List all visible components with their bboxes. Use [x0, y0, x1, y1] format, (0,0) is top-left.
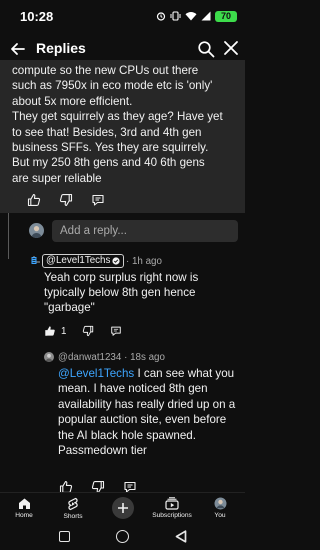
- user-avatar-icon: [45, 353, 53, 362]
- user-avatar-icon: [31, 226, 42, 238]
- reply-time: 18s ago: [130, 352, 165, 363]
- comment-line: compute so the new CPUs out there: [12, 64, 199, 77]
- comment-line: are super reliable: [12, 171, 102, 185]
- nav-create[interactable]: [112, 497, 134, 519]
- alarm-icon: [156, 12, 166, 21]
- signal-icon: [201, 11, 211, 21]
- shorts-icon: [68, 497, 78, 511]
- comment-line: But my 250 8th gens and 40 6th gens: [12, 156, 205, 170]
- vibrate-icon: [170, 11, 181, 21]
- nav-home[interactable]: Home: [4, 497, 44, 519]
- comment-line: business SFFs. Yes they are squirrely.: [12, 141, 209, 155]
- avatar-icon: [214, 497, 226, 510]
- thread-line: [8, 213, 9, 259]
- status-icons: 70: [156, 10, 237, 22]
- nav-label: Home: [15, 512, 33, 519]
- reply-text: Yeah corp surplus right now is typically…: [44, 271, 199, 314]
- avatar: [44, 352, 54, 362]
- comment-line: about 5x more efficient.: [12, 94, 133, 108]
- reply-icon[interactable]: [110, 325, 122, 337]
- battery-level: 70: [220, 11, 231, 21]
- bottom-nav: Home Shorts Subscriptions You: [0, 492, 245, 525]
- nav-label: Shorts: [63, 513, 83, 520]
- comment-line: to see that! Besides, 3rd and 4th gen: [12, 125, 202, 139]
- comment-line: They get squirrely as they age? Have yet: [12, 110, 223, 124]
- reply-icon[interactable]: [91, 193, 105, 207]
- thumbs-up-filled-icon[interactable]: [44, 325, 56, 337]
- home-button[interactable]: [116, 530, 129, 543]
- status-time: 10:28: [20, 9, 54, 24]
- arrow-left-icon[interactable]: [8, 39, 28, 59]
- author-handle[interactable]: @Level1Techs: [42, 254, 125, 268]
- reply-body: I can see what you mean. I have noticed …: [58, 367, 236, 458]
- system-nav-bar: [0, 525, 245, 550]
- reply-text: @Level1Techs I can see what you mean. I …: [58, 366, 242, 458]
- recents-button[interactable]: [59, 531, 70, 542]
- reply-thread-icon: [31, 256, 40, 264]
- parent-comment-actions: [27, 193, 105, 207]
- mention-link[interactable]: @Level1Techs: [58, 367, 134, 380]
- add-reply-input[interactable]: Add a reply...: [52, 220, 238, 242]
- parent-comment-text: compute so the new CPUs out there such a…: [12, 63, 240, 186]
- thumbs-up-icon[interactable]: [27, 193, 41, 207]
- comment-line: such as 7950x in eco mode etc is 'only': [12, 79, 213, 93]
- author-name[interactable]: @danwat1234: [58, 352, 121, 363]
- reply-meta: @danwat1234 · 18s ago: [58, 352, 165, 363]
- nav-subscriptions[interactable]: Subscriptions: [152, 497, 192, 519]
- author-name: @Level1Techs: [46, 255, 111, 266]
- thumbs-down-icon[interactable]: [59, 193, 73, 207]
- status-bar: 10:28 70: [0, 0, 245, 30]
- home-icon: [18, 498, 30, 509]
- like-count: 1: [61, 325, 67, 337]
- nav-label: Subscriptions: [152, 512, 192, 519]
- parent-comment: compute so the new CPUs out there such a…: [0, 60, 245, 213]
- create-icon: [118, 503, 128, 513]
- subscriptions-icon: [165, 497, 179, 510]
- reply-timestamp: · 1h ago: [126, 256, 162, 267]
- nav-you[interactable]: You: [200, 497, 240, 519]
- wifi-icon: [185, 12, 197, 21]
- close-icon[interactable]: [223, 40, 239, 56]
- reply-time: 1h ago: [131, 256, 162, 267]
- search-icon[interactable]: [197, 40, 215, 58]
- thumbs-down-icon[interactable]: [82, 325, 94, 337]
- verified-icon: [112, 257, 121, 265]
- reply-actions: 1: [44, 325, 122, 337]
- nav-shorts[interactable]: Shorts: [53, 497, 93, 520]
- back-button[interactable]: [175, 530, 187, 543]
- nav-label: You: [214, 512, 226, 519]
- avatar: [29, 223, 44, 238]
- battery-icon: 70: [215, 10, 237, 22]
- page-title: Replies: [36, 40, 86, 56]
